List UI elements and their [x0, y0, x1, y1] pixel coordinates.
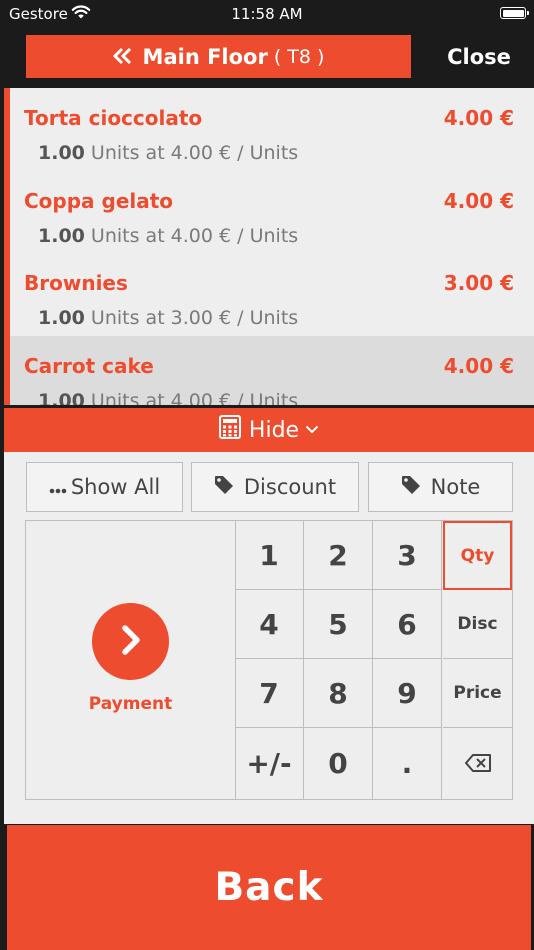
order-line-unit-info: Units at 3.00 € / Units — [84, 307, 299, 329]
order-line[interactable]: Brownies 3.00 € 1.00 Units at 3.00 € / U… — [10, 253, 534, 336]
chevron-right-icon — [116, 623, 146, 661]
numpad-grid: Payment 1 2 3 Qty 4 5 6 Disc 7 8 9 Price… — [25, 520, 513, 800]
discount-label: Discount — [243, 475, 337, 499]
backspace-icon — [464, 747, 492, 780]
key-2[interactable]: 2 — [304, 521, 373, 590]
order-line[interactable]: Coppa gelato 4.00 € 1.00 Units at 4.00 €… — [10, 171, 534, 254]
key-1[interactable]: 1 — [235, 521, 304, 590]
key-7[interactable]: 7 — [235, 659, 304, 728]
battery-icon — [500, 7, 529, 19]
order-line-detail: 1.00 Units at 4.00 € / Units — [38, 225, 298, 247]
ellipsis-icon — [49, 475, 67, 499]
status-bar: Gestore 11:58 AM — [0, 0, 534, 30]
order-line-unit-info: Units at 4.00 € / Units — [84, 389, 299, 406]
calculator-icon — [218, 415, 241, 445]
payment-button[interactable]: Payment — [26, 521, 236, 799]
order-line-detail: 1.00 Units at 4.00 € / Units — [38, 142, 298, 164]
order-line-price: 4.00 € — [443, 353, 514, 378]
order-line-unit-info: Units at 4.00 € / Units — [84, 224, 299, 247]
key-8[interactable]: 8 — [304, 659, 373, 728]
chevron-down-icon — [305, 422, 319, 438]
tag-icon — [401, 475, 421, 500]
order-line-name: Brownies — [24, 271, 128, 295]
back-button[interactable]: Back — [7, 825, 531, 950]
order-line-name: Torta cioccolato — [24, 106, 203, 130]
order-line-detail: 1.00 Units at 4.00 € / Units — [38, 390, 298, 406]
double-chevron-left-icon — [112, 43, 133, 71]
order-line-detail: 1.00 Units at 3.00 € / Units — [38, 307, 298, 329]
key-6[interactable]: 6 — [373, 590, 442, 659]
key-5[interactable]: 5 — [304, 590, 373, 659]
show-all-label: Show All — [70, 475, 161, 499]
key-0[interactable]: 0 — [304, 728, 373, 799]
qty-mode-button[interactable]: Qty — [443, 521, 512, 590]
price-mode-button[interactable]: Price — [443, 659, 512, 728]
plus-minus-key[interactable]: +/- — [235, 728, 304, 799]
disc-mode-button[interactable]: Disc — [443, 590, 512, 659]
order-line-price: 4.00 € — [443, 106, 514, 130]
order-line-qty: 1.00 — [38, 389, 85, 406]
order-line-selected[interactable]: Carrot cake 4.00 € 1.00 Units at 4.00 € … — [10, 335, 534, 406]
key-3[interactable]: 3 — [373, 521, 442, 590]
key-4[interactable]: 4 — [235, 590, 304, 659]
backspace-key[interactable] — [443, 728, 512, 799]
order-line-unit-info: Units at 4.00 € / Units — [84, 142, 299, 164]
hide-label: Hide — [248, 417, 300, 443]
tag-icon — [214, 475, 234, 500]
order-line-name: Coppa gelato — [24, 188, 174, 213]
payment-circle[interactable] — [92, 603, 169, 680]
note-button[interactable]: Note — [368, 462, 513, 512]
discount-button[interactable]: Discount — [191, 462, 359, 512]
floor-label: Main Floor — [142, 44, 268, 69]
order-list[interactable]: Torta cioccolato 4.00 € 1.00 Units at 4.… — [4, 88, 534, 405]
table-label: ( T8 ) — [273, 45, 325, 68]
close-button[interactable]: Close — [432, 35, 526, 78]
order-line-qty: 1.00 — [38, 142, 85, 164]
order-line-name: Carrot cake — [24, 353, 154, 378]
show-all-button[interactable]: Show All — [26, 462, 183, 512]
order-line-price: 3.00 € — [443, 271, 514, 295]
order-line-price: 4.00 € — [443, 188, 514, 213]
hide-keypad-toggle[interactable]: Hide — [4, 408, 534, 452]
decimal-key[interactable]: . — [373, 728, 442, 799]
note-label: Note — [430, 475, 481, 499]
key-9[interactable]: 9 — [373, 659, 442, 728]
floor-button[interactable]: Main Floor ( T8 ) — [26, 35, 411, 78]
payment-label: Payment — [88, 694, 173, 714]
clock: 11:58 AM — [231, 5, 303, 23]
control-panel: Show All Discount Note Payment 1 2 3 Qty… — [4, 452, 534, 824]
order-line-qty: 1.00 — [38, 307, 85, 329]
order-line[interactable]: Torta cioccolato 4.00 € 1.00 Units at 4.… — [10, 88, 534, 171]
order-line-qty: 1.00 — [38, 224, 85, 247]
